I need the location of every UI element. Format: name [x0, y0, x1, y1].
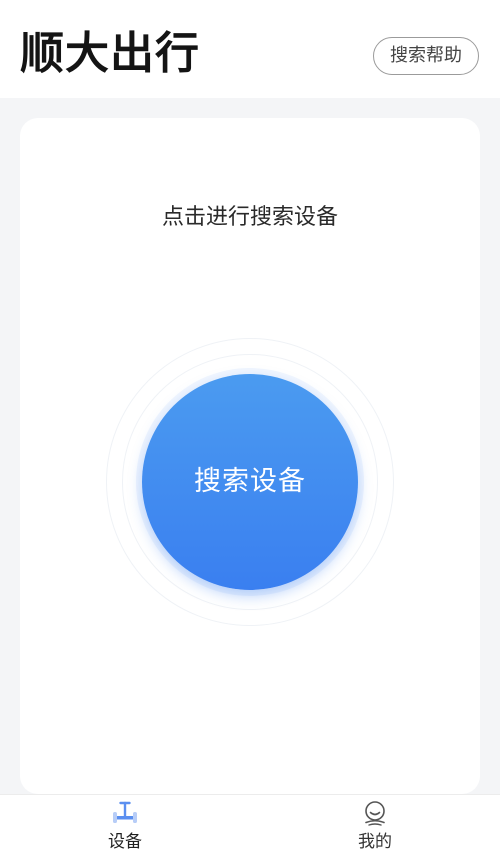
- app-title: 顺大出行: [20, 28, 200, 79]
- scooter-icon: [113, 801, 137, 823]
- tab-devices-label: 设备: [108, 832, 142, 852]
- search-card: 点击进行搜索设备 搜索设备: [20, 118, 480, 794]
- search-devices-button[interactable]: 搜索设备: [142, 374, 358, 590]
- tab-mine[interactable]: 我的: [315, 795, 435, 861]
- bottom-tab-bar: 设备 我的: [0, 794, 500, 861]
- app-header: 顺大出行 搜索帮助: [0, 0, 500, 98]
- tab-devices[interactable]: 设备: [65, 795, 185, 861]
- tab-mine-label: 我的: [358, 832, 392, 852]
- profile-icon: [365, 801, 385, 826]
- search-prompt-text: 点击进行搜索设备: [161, 205, 338, 230]
- search-help-button[interactable]: 搜索帮助: [373, 37, 479, 75]
